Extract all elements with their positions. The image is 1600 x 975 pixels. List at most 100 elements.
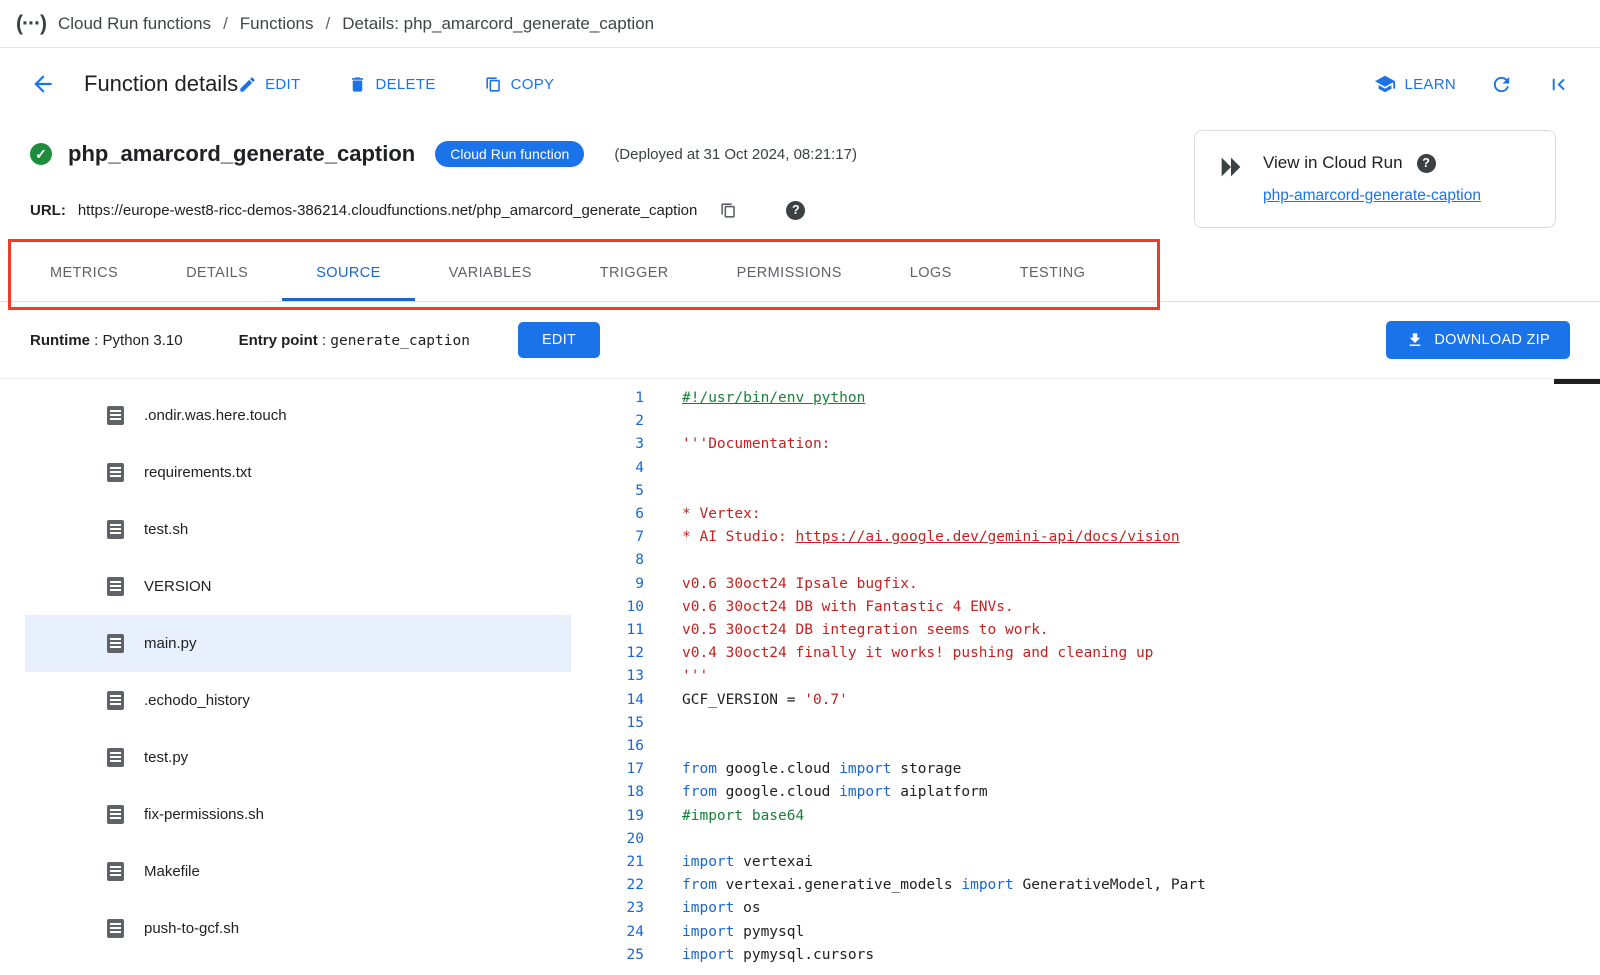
file-icon bbox=[107, 577, 124, 596]
file-icon bbox=[107, 520, 124, 539]
status-ok-icon: ✓ bbox=[30, 143, 52, 165]
code-line: '''Documentation: bbox=[682, 433, 1206, 456]
collapse-panel-icon[interactable] bbox=[1547, 73, 1570, 96]
line-number: 25 bbox=[586, 944, 644, 967]
copy-button-label: COPY bbox=[511, 76, 555, 93]
tab-variables[interactable]: VARIABLES bbox=[415, 248, 566, 301]
line-number: 11 bbox=[586, 619, 644, 642]
breadcrumb-separator: / bbox=[326, 14, 331, 34]
file-icon bbox=[107, 748, 124, 767]
tab-details[interactable]: DETAILS bbox=[152, 248, 282, 301]
function-type-badge: Cloud Run function bbox=[435, 141, 584, 167]
edit-button-label: EDIT bbox=[265, 76, 300, 93]
code-line: v0.6 30oct24 DB with Fantastic 4 ENVs. bbox=[682, 596, 1206, 619]
line-number: 9 bbox=[586, 573, 644, 596]
line-number: 8 bbox=[586, 549, 644, 572]
tab-source[interactable]: SOURCE bbox=[282, 248, 414, 301]
line-number: 6 bbox=[586, 503, 644, 526]
refresh-icon[interactable] bbox=[1490, 73, 1513, 96]
download-zip-button[interactable]: DOWNLOAD ZIP bbox=[1386, 321, 1570, 359]
file-name: fix-permissions.sh bbox=[144, 806, 264, 823]
deployed-timestamp: (Deployed at 31 Oct 2024, 08:21:17) bbox=[614, 146, 857, 163]
line-number: 23 bbox=[586, 897, 644, 920]
file-icon bbox=[107, 634, 124, 653]
file-item-requirements.txt[interactable]: requirements.txt bbox=[25, 444, 571, 501]
runtime-info: Runtime : Python 3.10 bbox=[30, 332, 183, 349]
trash-icon bbox=[348, 75, 367, 94]
function-url: https://europe-west8-ricc-demos-386214.c… bbox=[78, 202, 698, 219]
breadcrumb: Cloud Run functions / Functions / Detail… bbox=[58, 14, 654, 34]
source-content: .ondir.was.here.touch requirements.txt tes… bbox=[0, 378, 1600, 975]
file-icon bbox=[107, 406, 124, 425]
code-line bbox=[682, 410, 1206, 433]
line-number: 14 bbox=[586, 689, 644, 712]
source-toolbar: Runtime : Python 3.10 Entry point : gene… bbox=[0, 302, 1600, 378]
tab-permissions[interactable]: PERMISSIONS bbox=[703, 248, 876, 301]
entry-point-label: Entry point bbox=[239, 332, 318, 349]
pencil-icon bbox=[238, 75, 257, 94]
cloud-run-service-link[interactable]: php-amarcord-generate-caption bbox=[1263, 187, 1481, 205]
url-help-icon[interactable]: ? bbox=[786, 201, 805, 220]
file-name: requirements.txt bbox=[144, 464, 252, 481]
delete-button[interactable]: DELETE bbox=[348, 75, 435, 94]
edit-button[interactable]: EDIT bbox=[238, 75, 300, 94]
copy-icon bbox=[484, 75, 503, 94]
breadcrumb-functions[interactable]: Functions bbox=[240, 14, 314, 34]
code-line bbox=[682, 828, 1206, 851]
cloud-run-icon bbox=[1217, 153, 1245, 205]
code-line bbox=[682, 735, 1206, 758]
file-icon bbox=[107, 463, 124, 482]
tab-trigger[interactable]: TRIGGER bbox=[566, 248, 703, 301]
line-number: 20 bbox=[586, 828, 644, 851]
tabs: METRICSDETAILSSOURCEVARIABLESTRIGGERPERM… bbox=[0, 248, 1600, 301]
copy-url-icon[interactable] bbox=[719, 201, 738, 220]
copy-button[interactable]: COPY bbox=[484, 75, 555, 94]
file-item-test.sh[interactable]: test.sh bbox=[25, 501, 571, 558]
tab-logs[interactable]: LOGS bbox=[876, 248, 986, 301]
learn-icon bbox=[1374, 73, 1396, 95]
file-item-.echodo_history[interactable]: .echodo_history bbox=[25, 672, 571, 729]
back-arrow-icon[interactable] bbox=[30, 71, 56, 97]
file-item-fix-permissions.sh[interactable]: fix-permissions.sh bbox=[25, 786, 571, 843]
code-editor: 1234567891011121314151617181920212223242… bbox=[586, 379, 1600, 975]
file-icon bbox=[107, 919, 124, 938]
runtime-label: Runtime bbox=[30, 332, 90, 349]
learn-button[interactable]: LEARN bbox=[1374, 73, 1456, 95]
breadcrumb-details: Details: php_amarcord_generate_caption bbox=[342, 14, 654, 34]
entry-point-info: Entry point : generate_caption bbox=[239, 332, 470, 349]
runtime-separator: : bbox=[90, 332, 103, 349]
line-number: 4 bbox=[586, 457, 644, 480]
cloud-run-help-icon[interactable]: ? bbox=[1417, 154, 1436, 173]
line-number: 13 bbox=[586, 665, 644, 688]
line-number: 12 bbox=[586, 642, 644, 665]
tab-metrics[interactable]: METRICS bbox=[16, 248, 152, 301]
tab-testing[interactable]: TESTING bbox=[986, 248, 1120, 301]
line-number: 21 bbox=[586, 851, 644, 874]
line-number: 2 bbox=[586, 410, 644, 433]
code-line: import pymysql bbox=[682, 921, 1206, 944]
file-item-VERSION[interactable]: VERSION bbox=[25, 558, 571, 615]
breadcrumb-separator: / bbox=[223, 14, 228, 34]
breadcrumb-app[interactable]: Cloud Run functions bbox=[58, 14, 211, 34]
code-line: #!/usr/bin/env python bbox=[682, 387, 1206, 410]
line-number: 10 bbox=[586, 596, 644, 619]
file-icon bbox=[107, 805, 124, 824]
file-item-.ondir.was.here.touch[interactable]: .ondir.was.here.touch bbox=[25, 387, 571, 444]
code-line: from google.cloud import storage bbox=[682, 758, 1206, 781]
download-icon bbox=[1406, 331, 1424, 349]
code-line: #import base64 bbox=[682, 805, 1206, 828]
line-number: 19 bbox=[586, 805, 644, 828]
line-numbers: 1234567891011121314151617181920212223242… bbox=[586, 387, 644, 975]
file-name: .echodo_history bbox=[144, 692, 250, 709]
edit-source-button[interactable]: EDIT bbox=[518, 322, 600, 358]
runtime-value: Python 3.10 bbox=[103, 332, 183, 349]
view-in-cloud-run-card: View in Cloud Run ? php-amarcord-generat… bbox=[1194, 130, 1556, 228]
file-item-test.py[interactable]: test.py bbox=[25, 729, 571, 786]
page-header: Function details EDIT DELETE COPY LEARN bbox=[0, 48, 1600, 120]
file-item-Makefile[interactable]: Makefile bbox=[25, 843, 571, 900]
file-item-main.py[interactable]: main.py bbox=[25, 615, 571, 672]
scrollbar-thumb[interactable] bbox=[1554, 379, 1600, 384]
file-item-push-to-gcf.sh[interactable]: push-to-gcf.sh bbox=[25, 900, 571, 957]
cloud-run-functions-logo-icon: (···) bbox=[16, 12, 46, 36]
code-line: from vertexai.generative_models import G… bbox=[682, 874, 1206, 897]
